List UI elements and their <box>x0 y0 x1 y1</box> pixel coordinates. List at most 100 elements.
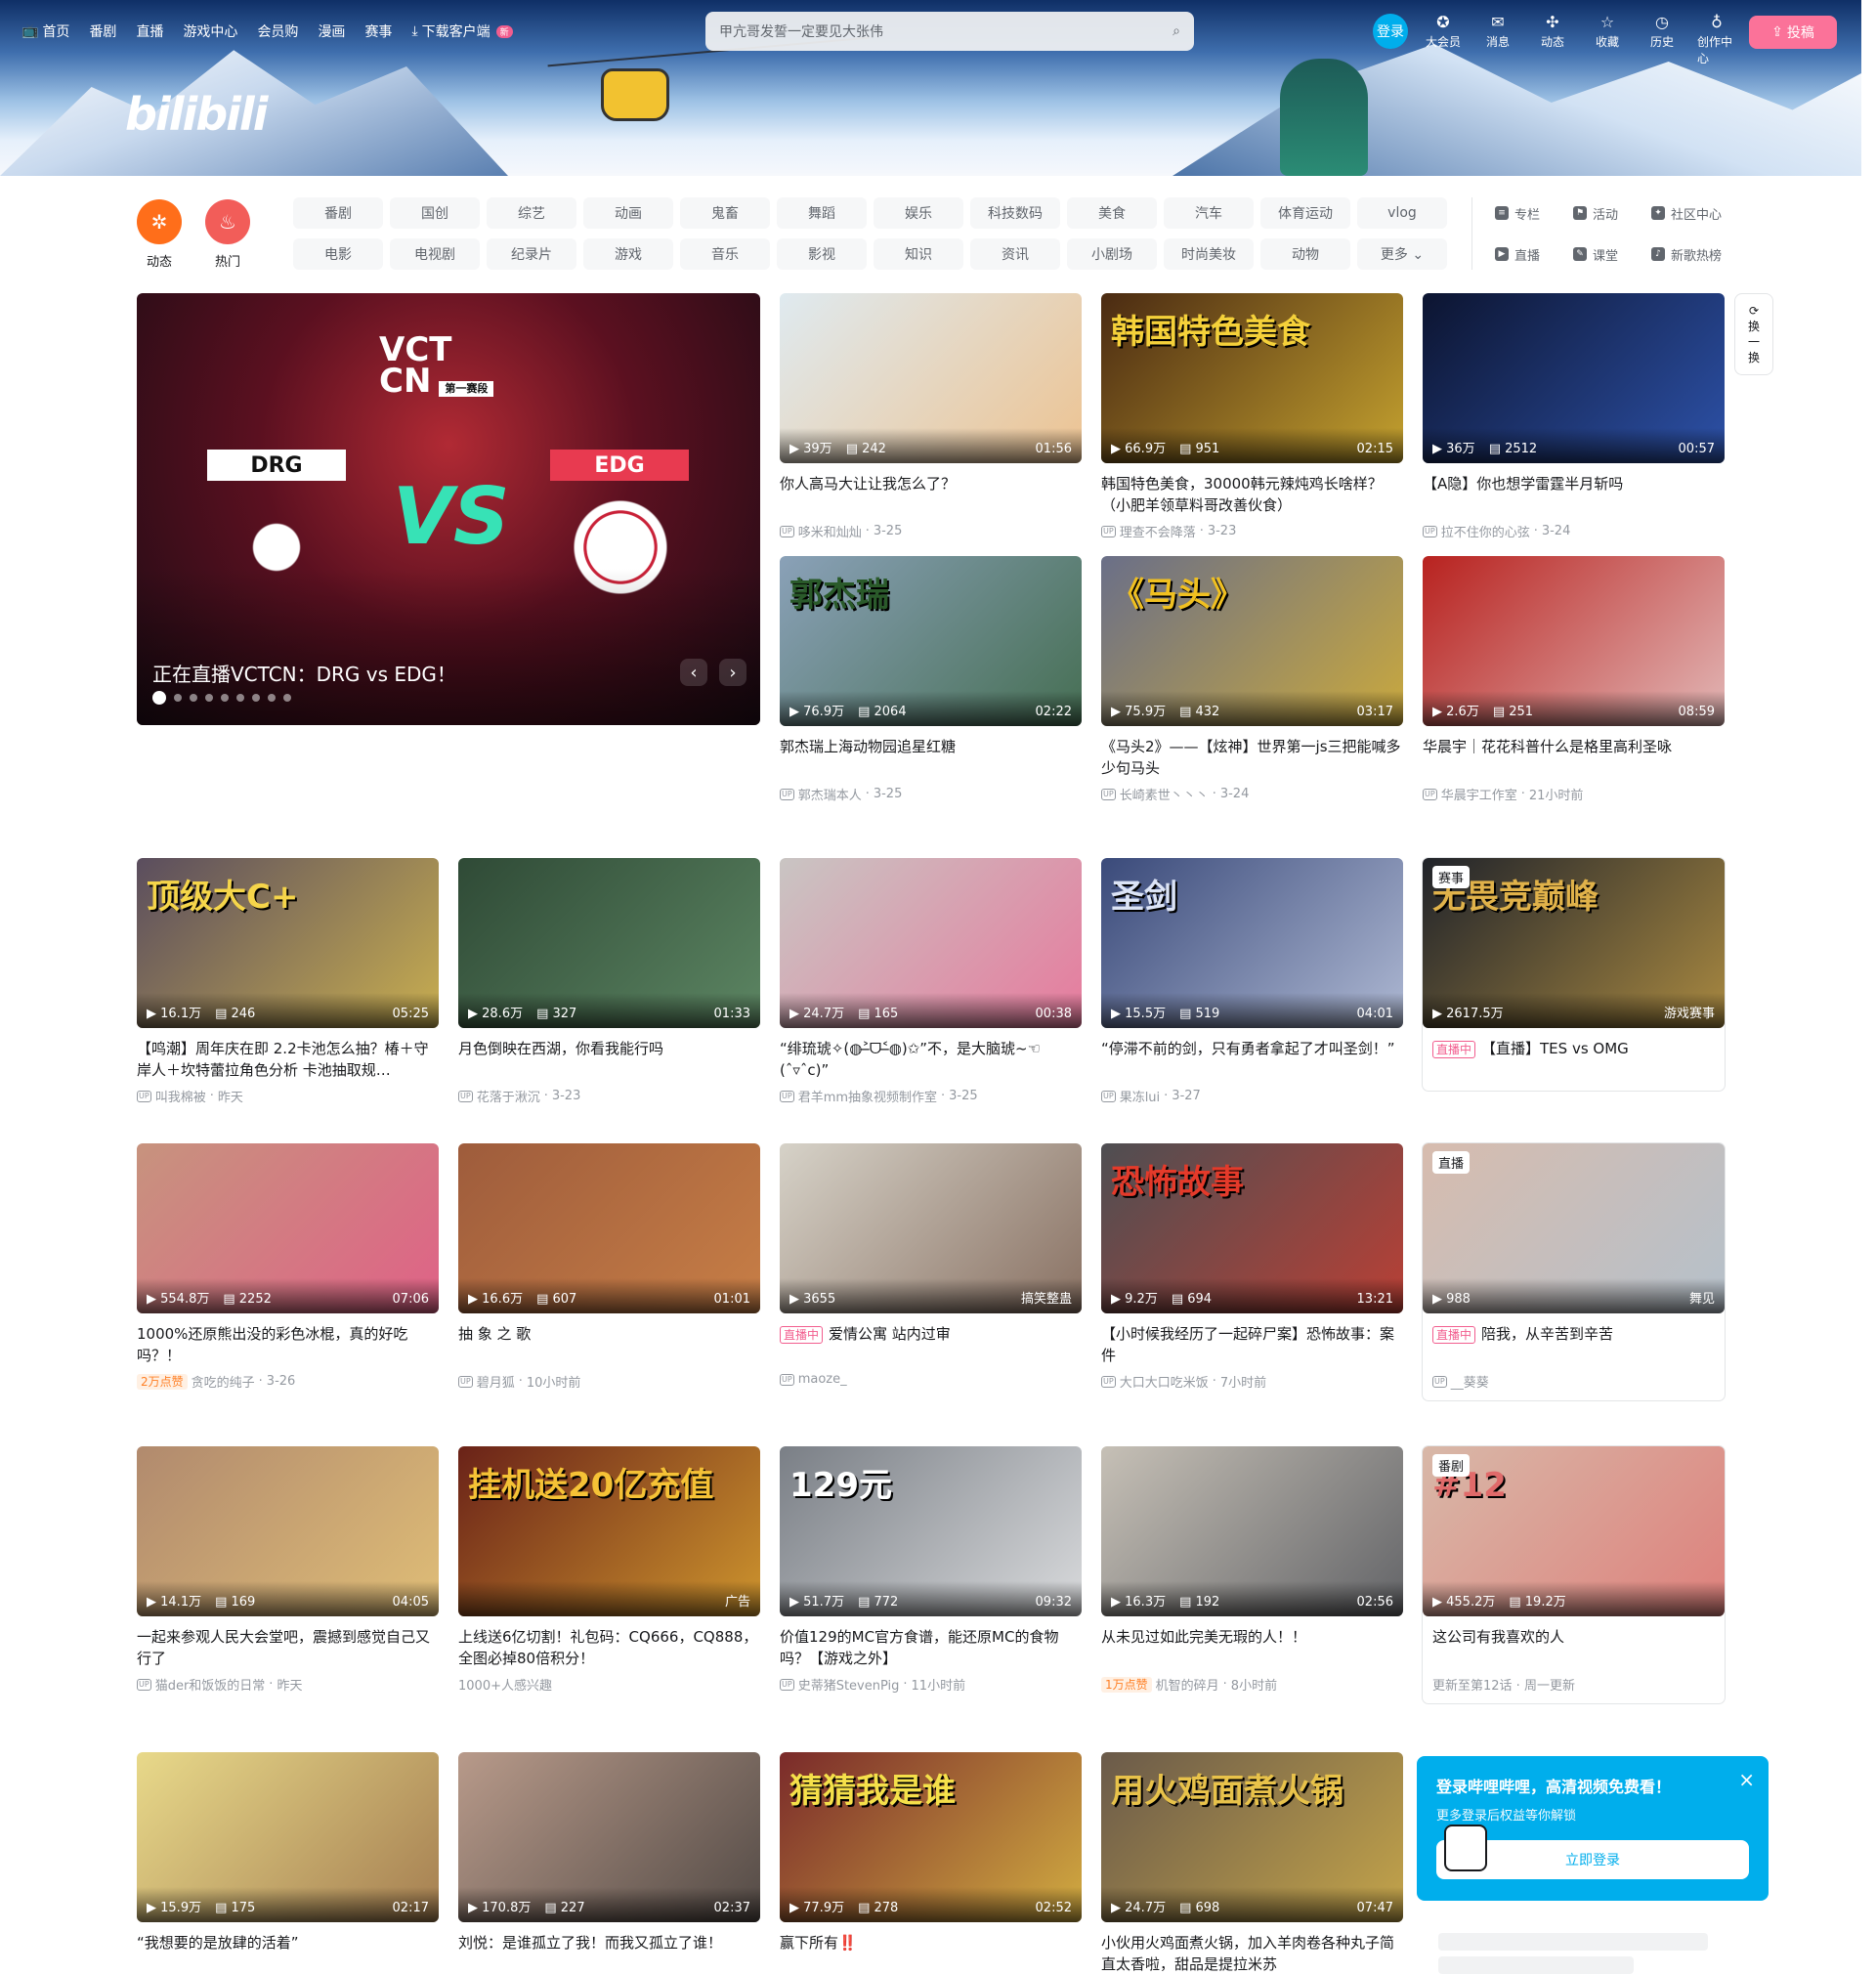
carousel-title[interactable]: 正在直播VCTCN：DRG vs EDG！ <box>152 659 456 687</box>
channel-item[interactable]: 体育运动 <box>1260 197 1350 229</box>
video-card[interactable]: ▶ 36万 ▤ 2512 00:57 【A隐】你也想学雷霆半月斩吗 UP 拉不住你的心弦 ·… <box>1423 293 1725 540</box>
video-owner[interactable]: UP __葵葵 <box>1423 1372 1725 1391</box>
video-title[interactable]: 你人高马大让让我怎么了？ <box>780 473 1082 516</box>
video-title[interactable]: “停滞不前的剑，只有勇者拿起了才叫圣剑！” <box>1101 1038 1403 1081</box>
video-thumbnail[interactable]: ▶ 16.3万 ▤ 192 02:56 <box>1101 1446 1403 1616</box>
favorite-entry[interactable]: ☆ 收藏 <box>1588 14 1627 50</box>
video-title[interactable]: 赢下所有‼️ <box>780 1932 1082 1975</box>
video-title[interactable]: 刘悦：是谁孤立了我！而我又孤立了谁！ <box>458 1932 760 1975</box>
carousel-dot[interactable] <box>205 694 213 702</box>
video-owner[interactable]: UP 拉不住你的心弦 · 3-24 <box>1423 522 1725 540</box>
video-thumbnail[interactable]: 郭杰瑞 ▶ 76.9万 ▤ 2064 02:22 <box>780 556 1082 726</box>
video-thumbnail[interactable]: 《马头》 ▶ 75.9万 ▤ 432 03:17 <box>1101 556 1403 726</box>
video-title[interactable]: 小伙用火鸡面煮火锅，加入羊肉卷各种丸子简直太香啦，甜品是提拉米苏 <box>1101 1932 1403 1975</box>
channel-item[interactable]: 科技数码 <box>970 197 1060 229</box>
video-thumbnail[interactable]: 无畏竞巅峰 赛事 ▶ 2617.5万 游戏赛事 <box>1423 858 1725 1028</box>
video-owner[interactable]: 1000+人感兴趣 <box>458 1675 760 1694</box>
community-link[interactable]: ✦ 社区中心 <box>1651 197 1729 229</box>
video-owner[interactable]: UP 史蒂猪StevenPig · 11小时前 <box>780 1675 1082 1694</box>
video-title[interactable]: 华晨宇｜花花科普什么是格里高利圣咏 <box>1423 736 1725 779</box>
login-avatar-button[interactable]: 登录 <box>1373 14 1408 49</box>
video-thumbnail[interactable]: ▶ 15.9万 ▤ 175 02:17 <box>137 1752 439 1922</box>
video-owner[interactable]: UP 君羊mm抽象视频制作室 · 3-25 <box>780 1087 1082 1105</box>
video-thumbnail[interactable]: ▶ 16.6万 ▤ 607 01:01 <box>458 1143 760 1313</box>
video-title[interactable]: 这公司有我喜欢的人 <box>1423 1626 1725 1669</box>
carousel-dot[interactable] <box>190 694 197 702</box>
channel-item[interactable]: 舞蹈 <box>777 197 867 229</box>
video-thumbnail[interactable]: 直播 ▶ 988 舞见 <box>1423 1143 1725 1313</box>
video-thumbnail[interactable]: 韩国特色美食 ▶ 66.9万 ▤ 951 02:15 <box>1101 293 1403 463</box>
video-thumbnail[interactable]: 用火鸡面煮火锅 ▶ 24.7万 ▤ 698 07:47 <box>1101 1752 1403 1922</box>
video-card[interactable]: 郭杰瑞 ▶ 76.9万 ▤ 2064 02:22 郭杰瑞上海动物园追星红糖 UP 郭杰瑞本人… <box>780 556 1082 803</box>
nav-manga[interactable]: 漫画 <box>318 21 345 41</box>
video-card[interactable]: 韩国特色美食 ▶ 66.9万 ▤ 951 02:15 韩国特色美食，30000韩元辣炖鸡… <box>1101 293 1403 540</box>
channel-item[interactable]: 知识 <box>874 238 963 270</box>
close-icon[interactable]: × <box>1738 1768 1755 1791</box>
video-card[interactable]: ▶ 16.6万 ▤ 607 01:01 抽 象 之 歌 UP 碧月狐 · 10小时前 <box>458 1143 760 1391</box>
channel-item[interactable]: vlog <box>1357 197 1447 229</box>
channel-item[interactable]: 影视 <box>777 238 867 270</box>
nav-home[interactable]: 📺 首页 <box>21 21 69 41</box>
video-owner[interactable]: UP 长崎素世丶丶丶 · 3-24 <box>1101 785 1403 803</box>
video-thumbnail[interactable]: ▶ 36万 ▤ 2512 00:57 <box>1423 293 1725 463</box>
video-owner[interactable]: UP 果冻lui · 3-27 <box>1101 1087 1403 1105</box>
video-card[interactable]: ▶ 2.6万 ▤ 251 08:59 华晨宇｜花花科普什么是格里高利圣咏 UP 华晨宇工作… <box>1423 556 1725 803</box>
video-title[interactable]: 直播中 陪我，从辛苦到辛苦 <box>1423 1323 1725 1366</box>
video-title[interactable]: 1000%还原熊出没的彩色冰棍，真的好吃吗？！ <box>137 1323 439 1366</box>
video-card[interactable]: 用火鸡面煮火锅 ▶ 24.7万 ▤ 698 07:47 小伙用火鸡面煮火锅，加入羊肉卷各… <box>1101 1752 1403 1975</box>
message-entry[interactable]: ✉ 消息 <box>1478 14 1517 50</box>
carousel-dot[interactable] <box>252 694 260 702</box>
carousel-next-button[interactable]: › <box>719 659 746 686</box>
nav-anime[interactable]: 番剧 <box>89 21 116 41</box>
hot-channel-button[interactable]: ♨ <box>205 199 250 244</box>
video-owner[interactable]: UP 花落于湫沉 · 3-23 <box>458 1087 760 1105</box>
dynamic-entry[interactable]: ✣ 动态 <box>1533 14 1572 50</box>
featured-carousel[interactable]: VCT CN 第一赛段 DRG EDG VS 正在直播VCTCN：DRG vs ED… <box>137 293 760 725</box>
dynamic-channel-button[interactable]: ✲ <box>137 199 182 244</box>
video-card[interactable]: 圣剑 ▶ 15.5万 ▤ 519 04:01 “停滞不前的剑，只有勇者拿起了才叫圣剑！”… <box>1101 858 1403 1105</box>
video-card[interactable]: 恐怖故事 ▶ 9.2万 ▤ 694 13:21 【小时候我经历了一起碎尸案】恐怖故事：案… <box>1101 1143 1403 1391</box>
course-link[interactable]: ✎ 课堂 <box>1573 238 1651 270</box>
channel-item[interactable]: 纪录片 <box>487 238 576 270</box>
video-owner[interactable]: UP 大口大口吃米饭 · 7小时前 <box>1101 1372 1403 1391</box>
video-title[interactable]: 抽 象 之 歌 <box>458 1323 760 1366</box>
video-thumbnail[interactable]: ▶ 554.8万 ▤ 2252 07:06 <box>137 1143 439 1313</box>
channel-item[interactable]: 综艺 <box>487 197 576 229</box>
video-owner[interactable]: UP 哆米和灿灿 · 3-25 <box>780 522 1082 540</box>
search-input[interactable]: 甲亢哥发誓一定要见大张伟 ⌕ <box>705 12 1194 51</box>
video-thumbnail[interactable]: ▶ 28.6万 ▤ 327 01:33 <box>458 858 760 1028</box>
carousel-dot[interactable] <box>152 691 166 705</box>
video-thumbnail[interactable]: 顶级大C+ ▶ 16.1万 ▤ 246 05:25 <box>137 858 439 1028</box>
carousel-dot[interactable] <box>221 694 229 702</box>
video-card[interactable]: 129元 ▶ 51.7万 ▤ 772 09:32 价值129的MC官方食谱，能还原MC的… <box>780 1446 1082 1694</box>
video-title[interactable]: 直播中 爱情公寓 站内过审 <box>780 1323 1082 1366</box>
video-thumbnail[interactable]: 129元 ▶ 51.7万 ▤ 772 09:32 <box>780 1446 1082 1616</box>
video-title[interactable]: 《马头2》——【炫神】世界第一js三把能喊多少句马头 <box>1101 736 1403 779</box>
video-title[interactable]: 价值129的MC官方食谱，能还原MC的食物吗？【游戏之外】 <box>780 1626 1082 1669</box>
nav-match[interactable]: 赛事 <box>364 21 392 41</box>
bilibili-logo[interactable]: bilibili <box>125 88 268 141</box>
search-icon[interactable]: ⌕ <box>1172 23 1180 39</box>
carousel-dot[interactable] <box>283 694 291 702</box>
video-card[interactable]: ▶ 39万 ▤ 242 01:56 你人高马大让让我怎么了？ UP 哆米和灿灿 · 3-25 <box>780 293 1082 540</box>
upload-button[interactable]: ⇪ 投稿 <box>1749 16 1837 49</box>
video-card[interactable]: ▶ 24.7万 ▤ 165 00:38 “绯琉琥✧(◍˃̶ᗜ˂̶◍)✩”不，是大脑琥~… <box>780 858 1082 1105</box>
live-card[interactable]: #12 番剧 ▶ 455.2万 ▤ 19.2万 这公司有我喜欢的人 更新至第12话 · 周… <box>1423 1446 1725 1703</box>
video-owner[interactable]: 更新至第12话 · 周一更新 <box>1423 1675 1725 1694</box>
vip-entry[interactable]: ✪ 大会员 <box>1424 14 1463 50</box>
video-owner[interactable]: UP 郭杰瑞本人 · 3-25 <box>780 785 1082 803</box>
video-thumbnail[interactable]: 挂机送20亿充值 广告 <box>458 1446 760 1616</box>
video-owner[interactable]: UP 碧月狐 · 10小时前 <box>458 1372 760 1391</box>
music-chart-link[interactable]: ♪ 新歌热榜 <box>1651 238 1729 270</box>
creator-entry[interactable]: ♁ 创作中心 <box>1697 14 1736 66</box>
channel-item[interactable]: 动画 <box>583 197 673 229</box>
channel-item[interactable]: 美食 <box>1067 197 1157 229</box>
video-thumbnail[interactable]: ▶ 3655 搞笑整蛊 <box>780 1143 1082 1313</box>
nav-live[interactable]: 直播 <box>136 21 163 41</box>
channel-item[interactable]: 动物 <box>1260 238 1350 270</box>
video-title[interactable]: “我想要的是放肆的活着” <box>137 1932 439 1975</box>
video-title[interactable]: 月色倒映在西湖，你看我能行吗 <box>458 1038 760 1081</box>
nav-download[interactable]: ⤓ 下载客户端新 <box>411 21 513 41</box>
video-card[interactable]: ▶ 28.6万 ▤ 327 01:33 月色倒映在西湖，你看我能行吗 UP 花落于湫沉 · 3… <box>458 858 760 1105</box>
channel-more-button[interactable]: 更多 ⌄ <box>1357 238 1447 270</box>
